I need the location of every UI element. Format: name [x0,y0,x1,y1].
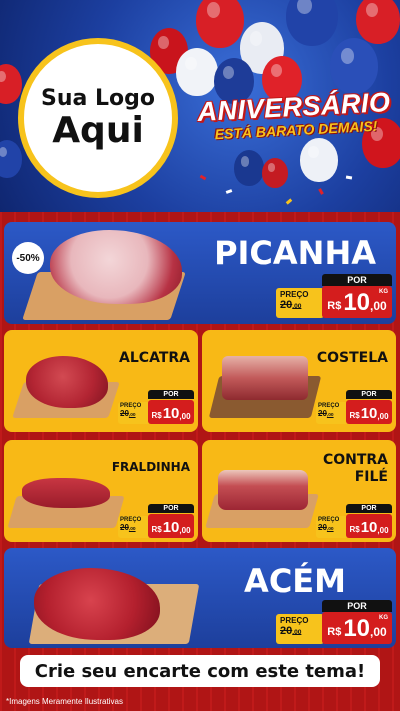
balloon-red [0,64,22,104]
contra-file-meat-image [218,470,308,510]
header-banner: Sua Logo Aqui ANIVERSÁRIO ESTÁ BARATO DE… [0,0,400,212]
old-price: 20,00 [120,523,136,532]
product-name-line2: FILÉ [354,469,388,485]
old-price: 20,00 [318,523,334,532]
price-int: 10 [162,519,180,536]
disclaimer-text: *Imagens Meramente Ilustrativas [6,697,123,706]
price-tag: POR PREÇO 20,00 R$ 10 ,00 [316,390,392,424]
logo-text-line1: Sua Logo [40,85,155,111]
balloon-red [262,158,288,188]
product-card-acem[interactable]: ACÉM POR PREÇO 20,00 R$ 10 ,00 KG [4,548,396,648]
unit-label: KG [379,289,388,295]
price-int: 10 [343,615,371,642]
currency: R$ [349,525,360,534]
unit-label: KG [379,615,388,621]
old-price-box: PREÇO 20,00 [276,614,324,644]
price-int: 10 [360,405,378,422]
costela-meat-image [222,356,308,400]
old-price-box: PREÇO 20,00 [118,402,150,424]
new-price: R$ 10 ,00 [346,514,392,538]
price-tag: POR PREÇO 20,00 R$ 10 ,00 [118,504,194,538]
product-name: FRALDINHA [111,460,190,474]
product-name-line1: CONTRA [322,452,388,468]
logo-placeholder[interactable]: Sua Logo Aqui [18,38,178,198]
price-cents: ,00 [370,625,387,639]
por-label: POR [346,504,392,513]
balloon-white [300,138,338,182]
product-card-picanha[interactable]: -50% PICANHA POR PREÇO 20,00 R$ 10 ,00 K… [4,222,396,324]
product-card-costela[interactable]: COSTELA POR PREÇO 20,00 R$ 10 ,00 [202,330,396,432]
old-price: 20,00 [318,409,334,418]
balloon-blue [330,38,378,94]
old-price-box: PREÇO 20,00 [316,516,348,538]
price-int: 10 [343,289,371,316]
logo-text-line2: Aqui [52,109,144,151]
product-card-alcatra[interactable]: ALCATRA POR PREÇO 20,00 R$ 10 ,00 [4,330,198,432]
old-price: 20,00 [120,409,136,418]
confetti [199,174,207,181]
price-tag: POR PREÇO 20,00 R$ 10 ,00 KG [276,274,392,318]
price-int: 10 [162,405,180,422]
new-price: R$ 10 ,00 KG [322,612,392,644]
confetti [318,188,324,195]
product-name: ACÉM [244,562,346,600]
currency: R$ [327,626,342,638]
balloon-red [356,0,400,44]
price-cents: ,00 [179,526,191,535]
product-name: CONTRA FILÉ [323,452,388,486]
picanha-meat-image [50,230,182,304]
acem-meat-image [34,568,160,640]
price-cents: ,00 [377,412,389,421]
old-price-box: PREÇO 20,00 [316,402,348,424]
discount-badge: -50% [12,242,44,274]
por-label: POR [148,504,194,513]
confetti [285,198,293,205]
por-label: POR [322,274,392,286]
price-cents: ,00 [370,299,387,313]
por-label: POR [148,390,194,399]
product-name: ALCATRA [119,350,190,366]
product-name: COSTELA [316,350,388,366]
preco-label: PREÇO [280,616,309,625]
currency: R$ [151,525,162,534]
price-tag: POR PREÇO 20,00 R$ 10 ,00 [316,504,392,538]
balloon-white [176,48,218,96]
balloon-blue [234,150,264,186]
product-name: PICANHA [214,234,376,272]
product-card-fraldinha[interactable]: FRALDINHA POR PREÇO 20,00 R$ 10 ,00 [4,440,198,542]
currency: R$ [327,300,342,312]
confetti [225,189,233,194]
price-tag: POR PREÇO 20,00 R$ 10 ,00 KG [276,600,392,644]
price-cents: ,00 [377,526,389,535]
balloon-blue [0,140,22,178]
preco-label: PREÇO [280,290,309,299]
balloon-red [196,0,244,48]
cta-banner[interactable]: Crie seu encarte com este tema! [20,655,380,687]
price-int: 10 [360,519,378,536]
new-price: R$ 10 ,00 [148,514,194,538]
new-price: R$ 10 ,00 KG [322,286,392,318]
old-price: 20,00 [280,299,302,311]
por-label: POR [322,600,392,612]
por-label: POR [346,390,392,399]
new-price: R$ 10 ,00 [346,400,392,424]
alcatra-meat-image [26,356,108,408]
price-tag: POR PREÇO 20,00 R$ 10 ,00 [118,390,194,424]
fraldinha-meat-image [22,478,110,508]
old-price-box: PREÇO 20,00 [118,516,150,538]
confetti [345,175,353,180]
new-price: R$ 10 ,00 [148,400,194,424]
product-card-contra-file[interactable]: CONTRA FILÉ POR PREÇO 20,00 R$ 10 ,00 [202,440,396,542]
old-price-box: PREÇO 20,00 [276,288,324,318]
price-cents: ,00 [179,412,191,421]
balloon-blue [286,0,338,46]
currency: R$ [151,411,162,420]
old-price: 20,00 [280,625,302,637]
currency: R$ [349,411,360,420]
